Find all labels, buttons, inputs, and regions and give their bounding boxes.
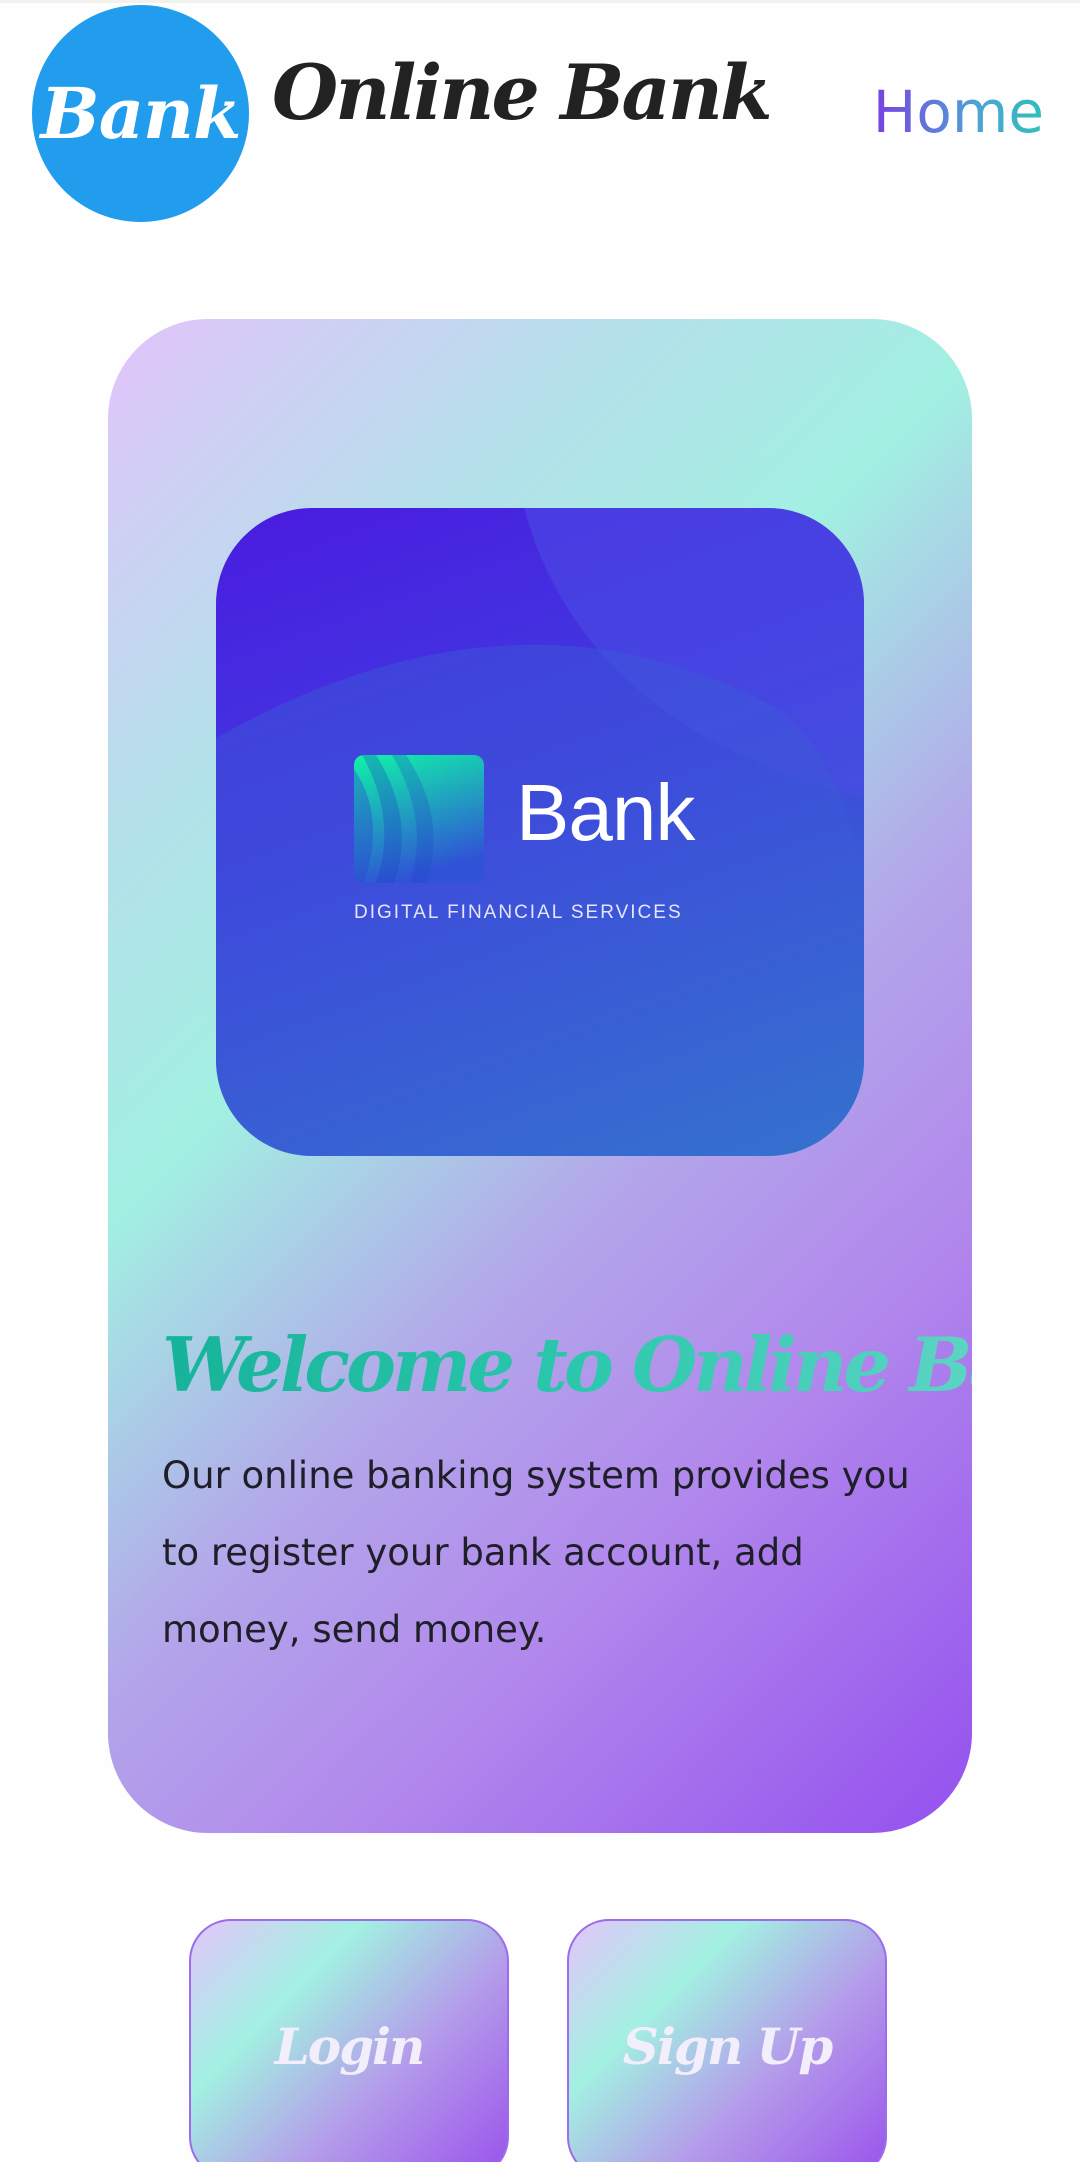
login-button[interactable]: Login [189, 1919, 509, 2162]
site-title: Online Bank [272, 48, 773, 137]
welcome-description: Our online banking system provides you t… [162, 1454, 910, 1651]
tile-bank-word: Bank [516, 768, 695, 857]
bank-mark-icon [354, 755, 484, 883]
sign-up-button[interactable]: Sign Up [567, 1919, 887, 2162]
bank-logo[interactable]: Bank [32, 5, 249, 222]
welcome-heading: Welcome to Online Bank [162, 1321, 972, 1409]
page: Bank Online Bank Home Bank DIGITAL FINAN… [0, 0, 1080, 2162]
login-button-label: Login [274, 2017, 426, 2076]
nav-home-link[interactable]: Home [873, 78, 1044, 146]
tile-tagline: DIGITAL FINANCIAL SERVICES [354, 902, 683, 923]
sign-up-button-label: Sign Up [622, 2017, 833, 2076]
top-divider [0, 0, 1080, 3]
welcome-card: Bank DIGITAL FINANCIAL SERVICES Welcome … [108, 319, 972, 1833]
bank-brand-image: Bank DIGITAL FINANCIAL SERVICES [216, 508, 864, 1156]
bank-logo-text: Bank [40, 72, 242, 155]
